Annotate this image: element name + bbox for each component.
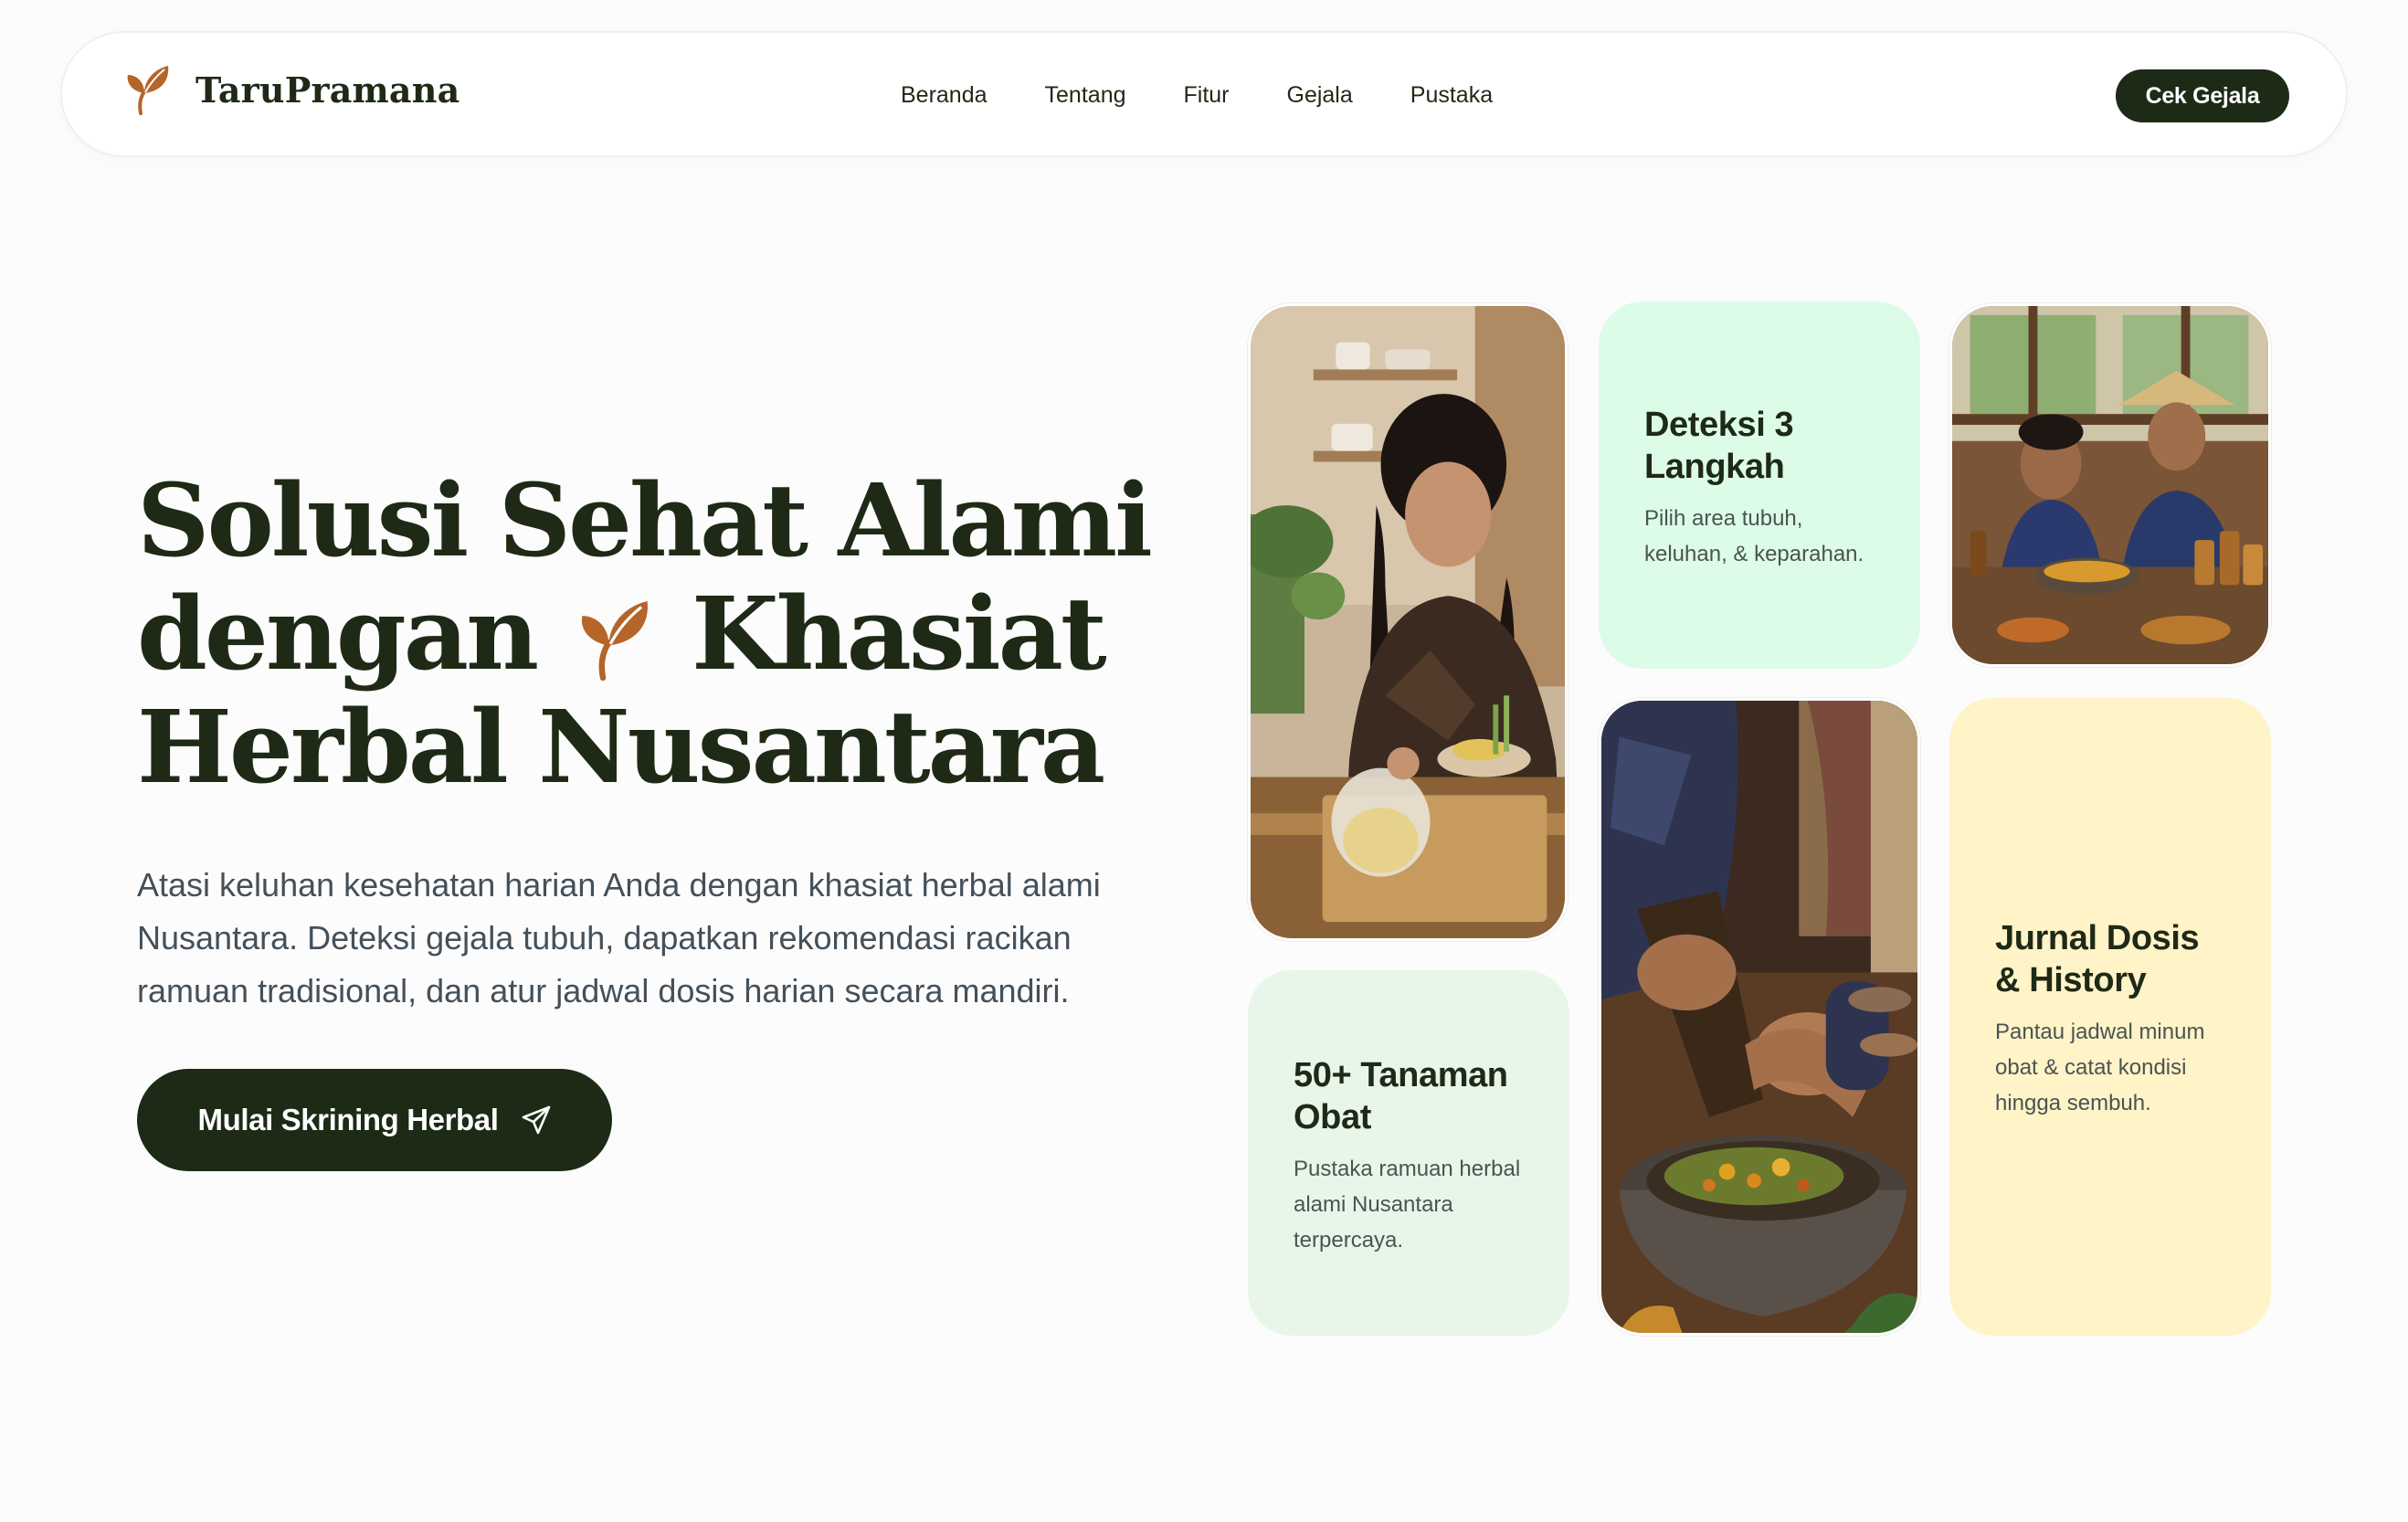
cek-gejala-button[interactable]: Cek Gejala	[2116, 69, 2289, 122]
card-deteksi-content: Deteksi 3 Langkah Pilih area tubuh, kelu…	[1599, 301, 1920, 572]
card-jurnal-text: Pantau jadwal minum obat & catat kondisi…	[1995, 1020, 2205, 1115]
card-tanaman[interactable]: 50+ Tanaman Obat Pustaka ramuan herbal a…	[1248, 970, 1569, 1336]
send-icon	[522, 1105, 550, 1135]
hero-title-line2-pre: dengan	[137, 575, 539, 692]
photo-couple-cooking	[1949, 303, 2271, 667]
leaf-icon	[127, 66, 169, 115]
brand-logo[interactable]: TaruPramana	[124, 64, 459, 115]
hero-title-line2-post: Khasiat	[692, 575, 1107, 692]
nav-link-beranda[interactable]: Beranda	[901, 80, 987, 110]
card-deteksi[interactable]: Deteksi 3 Langkah Pilih area tubuh, kelu…	[1599, 301, 1920, 669]
card-deteksi-text: Pilih area tubuh, keluhan, & keparahan.	[1644, 506, 1864, 566]
hero-title: Solusi Sehat Alami dengan Khasiat Herbal…	[137, 464, 1160, 804]
mulai-skrining-label: Mulai Skrining Herbal	[197, 1103, 499, 1136]
hero-description: Atasi keluhan kesehatan harian Anda deng…	[137, 866, 1101, 1009]
hero-title-line2: dengan Khasiat	[137, 577, 1160, 691]
card-jurnal-title: Jurnal Dosis & History	[1995, 919, 2200, 999]
photo-mortar-pestle	[1599, 698, 1920, 1336]
card-deteksi-title: Deteksi 3 Langkah	[1644, 406, 1794, 486]
nav-link-tentang[interactable]: Tentang	[1045, 80, 1126, 110]
card-tanaman-text: Pustaka ramuan herbal alami Nusantara te…	[1294, 1157, 1521, 1252]
navbar: TaruPramana Beranda Tentang Fitur Gejala…	[60, 31, 2348, 157]
brand-name: TaruPramana	[195, 69, 460, 111]
photo-woman-herbal-tea	[1248, 303, 1568, 941]
card-jurnal[interactable]: Jurnal Dosis & History Pantau jadwal min…	[1949, 698, 2271, 1336]
mulai-skrining-button[interactable]: Mulai Skrining Herbal	[137, 1069, 612, 1171]
nav-link-fitur[interactable]: Fitur	[1184, 80, 1230, 110]
nav-link-gejala[interactable]: Gejala	[1287, 80, 1353, 110]
hero-title-line1: Solusi Sehat Alami	[137, 461, 1153, 579]
main-nav: Beranda Tentang Fitur Gejala Pustaka	[901, 80, 1550, 110]
card-tanaman-content: 50+ Tanaman Obat Pustaka ramuan herbal a…	[1248, 970, 1569, 1258]
leaf-icon	[581, 601, 648, 682]
nav-link-pustaka[interactable]: Pustaka	[1410, 80, 1493, 110]
card-tanaman-title: 50+ Tanaman Obat	[1294, 1056, 1508, 1136]
card-jurnal-content: Jurnal Dosis & History Pantau jadwal min…	[1949, 698, 2271, 1121]
hero-title-line3: Herbal Nusantara	[137, 688, 1105, 806]
